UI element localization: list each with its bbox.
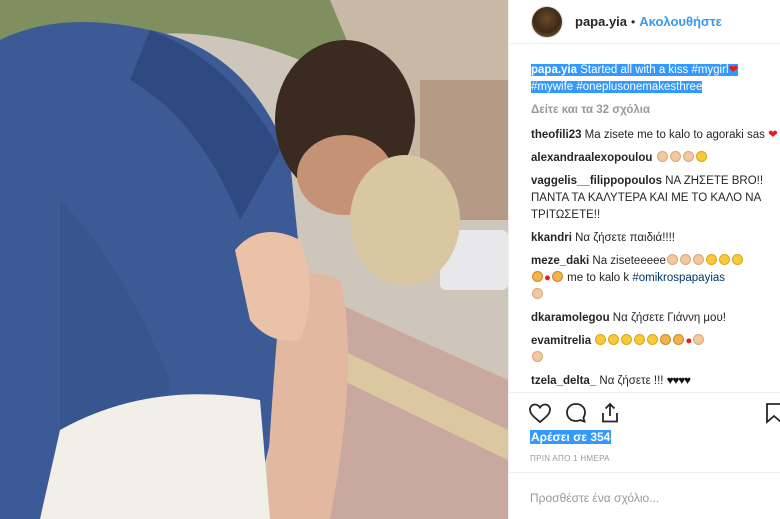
- comment-item: dkaramolegou Να ζήσετε Γιάννη μου!: [531, 310, 780, 327]
- comment-text: Να ζήσετε Γιάννη μου!: [609, 312, 726, 324]
- comment-item: tzela_delta_ Να ζήσετε !!! ♥♥♥♥: [531, 373, 780, 390]
- black-hearts-emoji: ♥♥♥♥: [666, 375, 691, 387]
- party-emoji-icon: [551, 271, 563, 282]
- hashtag-mywife[interactable]: #mywife: [531, 81, 574, 93]
- comment-item: vaggelis__filippopoulos ΝΑ ΖΗΣΕΤΕ BRO!! …: [531, 173, 780, 224]
- clap-emoji-icon: [679, 254, 691, 265]
- clap-emoji-icon: [666, 254, 678, 265]
- comment-username[interactable]: tzela_delta_: [531, 375, 596, 387]
- comment-item: kkandri Να ζήσετε παιδιά!!!!: [531, 230, 780, 247]
- view-all-comments-link[interactable]: Δείτε και τα 32 σχόλια: [531, 102, 780, 119]
- hashtag-omikrospapayias[interactable]: #omikrospapayias: [632, 272, 725, 284]
- comment-username[interactable]: dkaramolegou: [531, 312, 610, 324]
- smile-emoji-icon: [718, 254, 730, 265]
- post-photo[interactable]: [0, 0, 508, 519]
- comment-text: Να ζήσετε !!!: [596, 375, 667, 387]
- comment-username[interactable]: vaggelis__filippopoulos: [531, 175, 662, 187]
- comment-text: Να ζήσετε παιδιά!!!!: [571, 232, 675, 244]
- comment-text: [591, 335, 594, 347]
- baby-emoji-icon: [532, 288, 543, 299]
- clap-emoji-icon: [669, 151, 681, 162]
- smile-emoji-icon: [695, 151, 707, 162]
- post-header: papa.yia • Ακολουθήστε: [509, 0, 780, 44]
- add-comment-input[interactable]: [530, 491, 760, 505]
- comment-username[interactable]: theofili23: [531, 129, 581, 141]
- header-username[interactable]: papa.yia: [575, 14, 627, 29]
- separator-dot: •: [631, 14, 636, 29]
- balloon-emoji-icon: ●: [544, 272, 551, 284]
- hashtag-oneplusonemakesthree[interactable]: #oneplusonemakesthree: [576, 81, 703, 93]
- likes-count[interactable]: Αρέσει σε 354: [530, 430, 612, 444]
- action-bar: [508, 392, 780, 428]
- caption-text: Started all with a kiss: [577, 64, 692, 76]
- comment-username[interactable]: meze_daki: [531, 255, 589, 267]
- bookmark-icon[interactable]: [762, 401, 780, 425]
- post-caption: papa.yia Started all with a kiss #mygirl…: [531, 62, 780, 96]
- smile-emoji-icon: [705, 254, 717, 265]
- smile-emoji-icon: [647, 334, 659, 345]
- smile-emoji-icon: [731, 254, 743, 265]
- clap-emoji-icon: [532, 351, 543, 362]
- comment-username[interactable]: alexandraalexopoulou: [531, 152, 652, 164]
- caption-username[interactable]: papa.yia: [531, 64, 578, 76]
- post-photo-illustration: [0, 0, 508, 519]
- heart-emoji-icon: ❤: [728, 64, 739, 76]
- clap-emoji-icon: [692, 254, 704, 265]
- follow-button[interactable]: Ακολουθήστε: [639, 14, 722, 29]
- comment-text: Ma zisete me to kalo to agoraki sas: [581, 129, 769, 141]
- hashtag-mygirl[interactable]: #mygirl: [691, 64, 729, 76]
- balloon-emoji-icon: ●: [685, 335, 693, 347]
- comment-item: meze_daki Na ziseteeeee ● me to kalo k #…: [531, 253, 780, 304]
- comment-text: [652, 152, 655, 164]
- smile-emoji-icon: [595, 334, 607, 345]
- comment-text: Na ziseteeeee: [589, 255, 666, 267]
- bottle-emoji-icon: [660, 334, 672, 345]
- comment-item: alexandraalexopoulou: [531, 150, 780, 167]
- clap-emoji-icon: [656, 151, 668, 162]
- comment-item: evamitrelia ●: [531, 333, 780, 367]
- smile-emoji-icon: [621, 334, 633, 345]
- comment-item: theofili23 Ma zisete me to kalo to agora…: [531, 127, 780, 144]
- share-icon[interactable]: [598, 401, 622, 425]
- comments-list: papa.yia Started all with a kiss #mygirl…: [531, 62, 780, 396]
- smile-emoji-icon: [608, 334, 620, 345]
- post-timestamp: ΠΡΙΝ ΑΠΟ 1 ΗΜΕΡΑ: [530, 454, 610, 463]
- comment-icon[interactable]: [564, 401, 588, 425]
- comment-username[interactable]: evamitrelia: [531, 335, 591, 347]
- likes-label[interactable]: Αρέσει σε 354: [530, 430, 612, 444]
- smile-emoji-icon: [634, 334, 646, 345]
- party-emoji-icon: [673, 334, 685, 345]
- party-emoji-icon: [532, 271, 543, 282]
- avatar[interactable]: [531, 5, 563, 38]
- clap-emoji-icon: [682, 151, 694, 162]
- comment-username[interactable]: kkandri: [531, 232, 572, 244]
- clap-emoji-icon: [693, 334, 705, 345]
- heart-icon[interactable]: [528, 401, 552, 425]
- heart-emoji-icon: ❤: [768, 129, 778, 141]
- comment-text-continued: me to kalo k: [563, 272, 633, 284]
- add-comment-area: [508, 472, 780, 519]
